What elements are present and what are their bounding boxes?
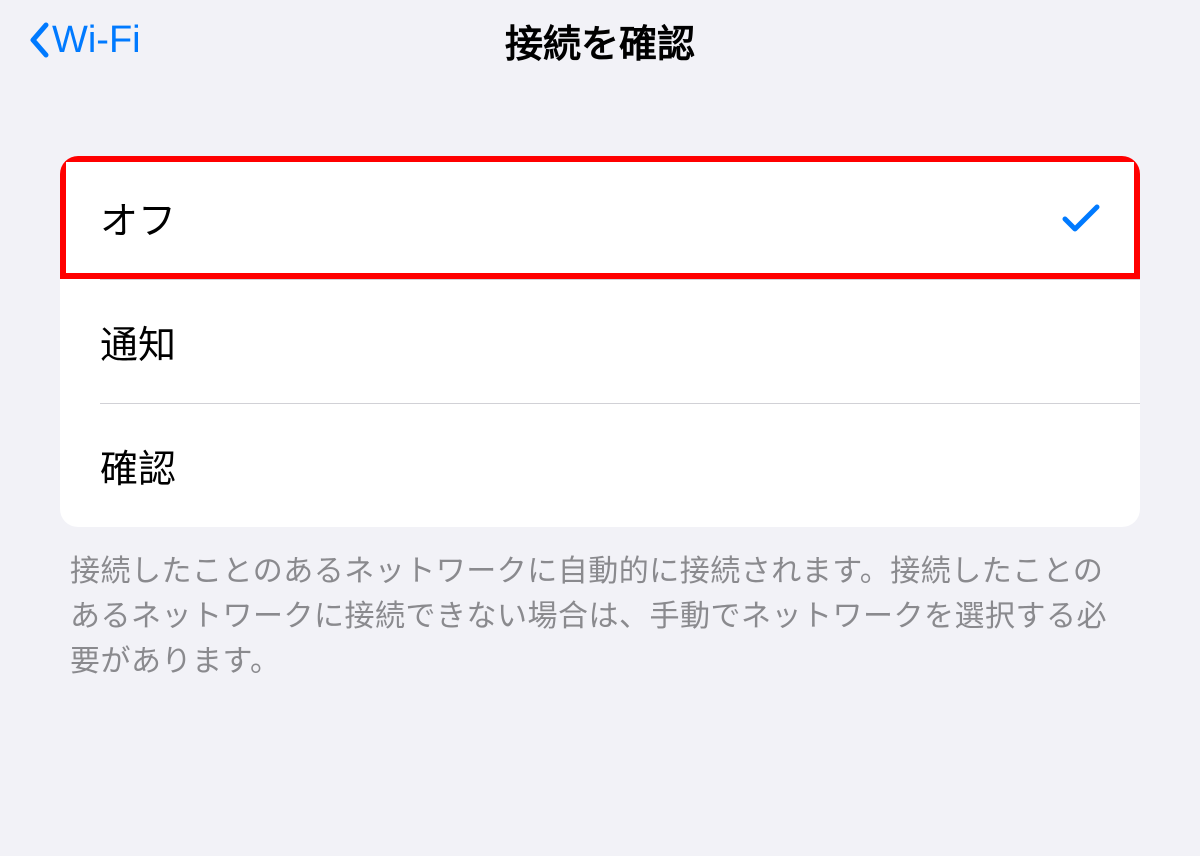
page-title: 接続を確認 — [505, 13, 695, 68]
option-off[interactable]: オフ — [60, 156, 1140, 279]
option-label: 通知 — [100, 314, 176, 369]
chevron-left-icon — [28, 22, 50, 58]
checkmark-icon — [1062, 199, 1100, 237]
option-label: オフ — [100, 190, 176, 245]
options-group: オフ 通知 確認 — [60, 156, 1140, 527]
back-button[interactable]: Wi-Fi — [28, 19, 141, 62]
navigation-header: Wi-Fi 接続を確認 — [0, 0, 1200, 80]
footer-description: 接続したことのあるネットワークに自動的に接続されます。接続したことのあるネットワ… — [70, 549, 1130, 684]
back-label: Wi-Fi — [52, 19, 141, 62]
option-notify[interactable]: 通知 — [60, 280, 1140, 403]
option-label: 確認 — [100, 438, 176, 493]
option-confirm[interactable]: 確認 — [60, 404, 1140, 527]
